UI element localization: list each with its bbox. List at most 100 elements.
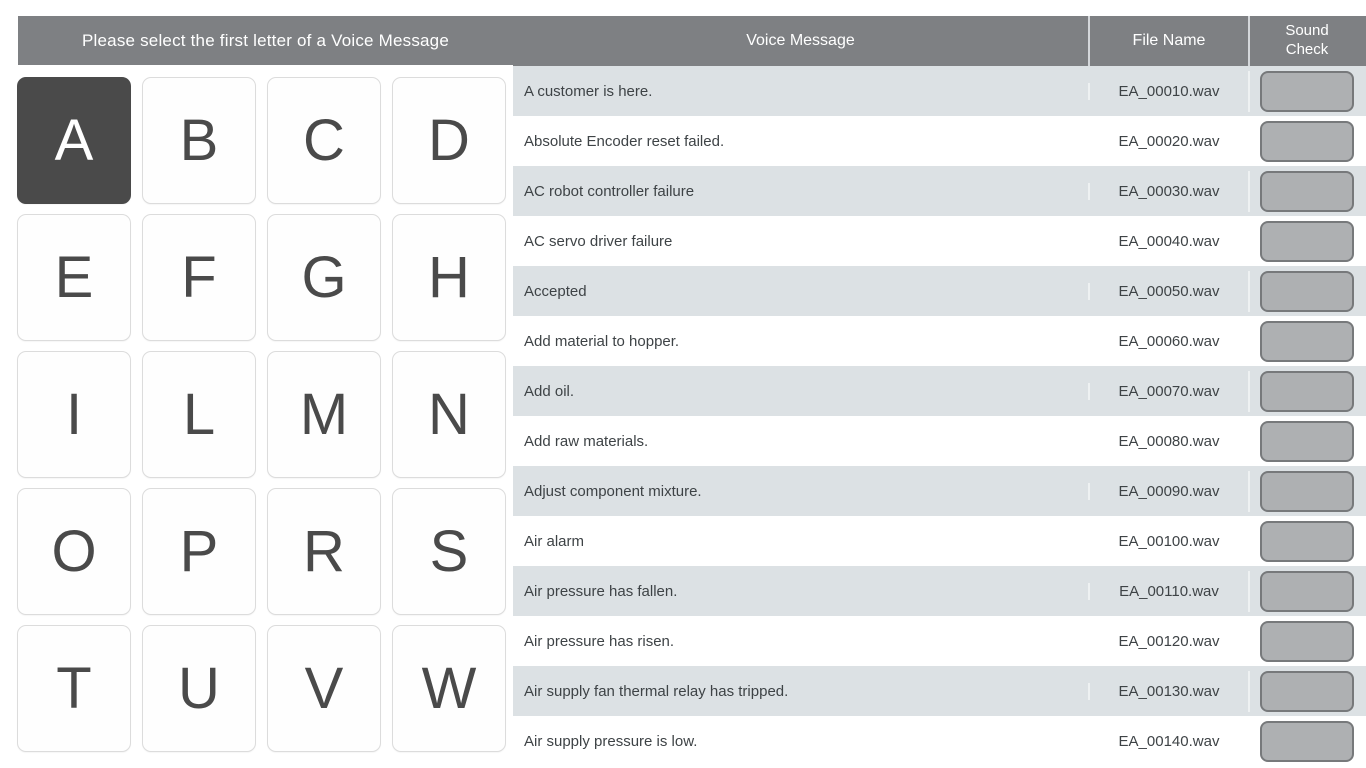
letter-key-s[interactable]: S — [392, 488, 506, 615]
cell-file-name: EA_00100.wav — [1088, 532, 1248, 550]
sound-check-button[interactable] — [1260, 220, 1354, 262]
letter-key-w[interactable]: W — [392, 625, 506, 752]
table-row[interactable]: Accepted EA_00050.wav — [513, 266, 1366, 316]
cell-sound-check — [1248, 420, 1364, 462]
letter-key-b[interactable]: B — [142, 77, 256, 204]
column-header-sound-check-line1: Sound — [1285, 22, 1329, 40]
sound-check-button[interactable] — [1260, 170, 1354, 212]
letter-key-e[interactable]: E — [17, 214, 131, 341]
cell-sound-check — [1248, 320, 1364, 362]
cell-voice-message: Add material to hopper. — [524, 332, 680, 350]
voice-message-table-body[interactable]: A customer is here. EA_00010.wav Absolute … — [513, 66, 1366, 768]
letter-prompt-header: Please select the first letter of a Voic… — [18, 16, 513, 65]
cell-sound-check — [1248, 220, 1364, 262]
cell-file-name: EA_00060.wav — [1088, 332, 1248, 350]
cell-voice-message: Air pressure has risen. — [524, 632, 675, 650]
sound-check-button[interactable] — [1260, 520, 1354, 562]
table-row[interactable]: Air pressure has fallen. EA_00110.wav — [513, 566, 1366, 616]
letter-key-r[interactable]: R — [267, 488, 381, 615]
letter-key-g[interactable]: G — [267, 214, 381, 341]
cell-file-name: EA_00140.wav — [1088, 732, 1248, 750]
cell-file-name: EA_00090.wav — [1088, 482, 1248, 500]
cell-sound-check — [1248, 720, 1364, 762]
letter-key-n[interactable]: N — [392, 351, 506, 478]
sound-check-button[interactable] — [1260, 620, 1354, 662]
cell-voice-message: AC servo driver failure — [524, 232, 673, 250]
letter-selection-panel: Please select the first letter of a Voic… — [0, 0, 513, 768]
cell-file-name: EA_00110.wav — [1088, 582, 1248, 600]
table-row[interactable]: Add material to hopper. EA_00060.wav — [513, 316, 1366, 366]
letter-key-v[interactable]: V — [267, 625, 381, 752]
sound-check-button[interactable] — [1260, 470, 1354, 512]
cell-file-name: EA_00080.wav — [1088, 432, 1248, 450]
letter-key-m[interactable]: M — [267, 351, 381, 478]
table-row[interactable]: Absolute Encoder reset failed. EA_00020.w… — [513, 116, 1366, 166]
cell-voice-message: Air pressure has fallen. — [524, 582, 678, 600]
cell-file-name: EA_00050.wav — [1088, 282, 1248, 300]
table-row[interactable]: AC servo driver failure EA_00040.wav — [513, 216, 1366, 266]
column-header-sound-check: Sound Check — [1248, 16, 1364, 66]
cell-sound-check — [1248, 120, 1364, 162]
cell-sound-check — [1248, 620, 1364, 662]
letter-grid: ABCD EFGH ILMN OPRS TUVW — [17, 77, 513, 755]
sound-check-button[interactable] — [1260, 320, 1354, 362]
cell-sound-check — [1248, 70, 1364, 112]
letter-key-a[interactable]: A — [17, 77, 131, 204]
cell-file-name: EA_00010.wav — [1088, 82, 1248, 100]
cell-voice-message: Adjust component mixture. — [524, 482, 702, 500]
table-header-row: Voice Message File Name Sound Check — [513, 16, 1366, 66]
cell-sound-check — [1248, 520, 1364, 562]
cell-voice-message: Absolute Encoder reset failed. — [524, 132, 725, 150]
cell-sound-check — [1248, 670, 1364, 712]
table-row[interactable]: Adjust component mixture. EA_00090.wav — [513, 466, 1366, 516]
letter-key-u[interactable]: U — [142, 625, 256, 752]
column-header-file-name: File Name — [1088, 16, 1248, 66]
letter-key-l[interactable]: L — [142, 351, 256, 478]
table-row[interactable]: Add raw materials. EA_00080.wav — [513, 416, 1366, 466]
letter-key-t[interactable]: T — [17, 625, 131, 752]
letter-key-o[interactable]: O — [17, 488, 131, 615]
voice-message-selector-screen: Please select the first letter of a Voic… — [0, 0, 1366, 768]
cell-voice-message: Air alarm — [524, 532, 585, 550]
table-row[interactable]: Add oil. EA_00070.wav — [513, 366, 1366, 416]
cell-file-name: EA_00120.wav — [1088, 632, 1248, 650]
cell-voice-message: Accepted — [524, 282, 587, 300]
cell-sound-check — [1248, 370, 1364, 412]
table-row[interactable]: Air supply pressure is low. EA_00140.wav — [513, 716, 1366, 766]
sound-check-button[interactable] — [1260, 70, 1354, 112]
cell-file-name: EA_00020.wav — [1088, 132, 1248, 150]
cell-voice-message: Add oil. — [524, 382, 575, 400]
sound-check-button[interactable] — [1260, 370, 1354, 412]
sound-check-button[interactable] — [1260, 670, 1354, 712]
table-row[interactable]: Air pressure has risen. EA_00120.wav — [513, 616, 1366, 666]
cell-sound-check — [1248, 170, 1364, 212]
letter-key-d[interactable]: D — [392, 77, 506, 204]
letter-key-p[interactable]: P — [142, 488, 256, 615]
cell-voice-message: Add raw materials. — [524, 432, 649, 450]
cell-sound-check — [1248, 270, 1364, 312]
sound-check-button[interactable] — [1260, 270, 1354, 312]
voice-message-table-panel: Voice Message File Name Sound Check A cu… — [513, 0, 1366, 768]
letter-key-f[interactable]: F — [142, 214, 256, 341]
cell-sound-check — [1248, 570, 1364, 612]
cell-file-name: EA_00070.wav — [1088, 382, 1248, 400]
sound-check-button[interactable] — [1260, 570, 1354, 612]
cell-file-name: EA_00130.wav — [1088, 682, 1248, 700]
table-row[interactable]: AC robot controller failure EA_00030.wav — [513, 166, 1366, 216]
cell-file-name: EA_00040.wav — [1088, 232, 1248, 250]
table-row[interactable]: A customer is here. EA_00010.wav — [513, 66, 1366, 116]
column-header-voice-message: Voice Message — [746, 32, 855, 49]
letter-key-c[interactable]: C — [267, 77, 381, 204]
sound-check-button[interactable] — [1260, 120, 1354, 162]
letter-key-i[interactable]: I — [17, 351, 131, 478]
table-row[interactable]: Air supply fan thermal relay has tripped… — [513, 666, 1366, 716]
table-row[interactable]: Air alarm EA_00100.wav — [513, 516, 1366, 566]
cell-voice-message: AC robot controller failure — [524, 182, 695, 200]
sound-check-button[interactable] — [1260, 420, 1354, 462]
column-header-sound-check-line2: Check — [1285, 41, 1329, 58]
cell-voice-message: Air supply fan thermal relay has tripped… — [524, 682, 789, 700]
sound-check-button[interactable] — [1260, 720, 1354, 762]
letter-key-h[interactable]: H — [392, 214, 506, 341]
cell-file-name: EA_00030.wav — [1088, 182, 1248, 200]
cell-voice-message: A customer is here. — [524, 82, 653, 100]
